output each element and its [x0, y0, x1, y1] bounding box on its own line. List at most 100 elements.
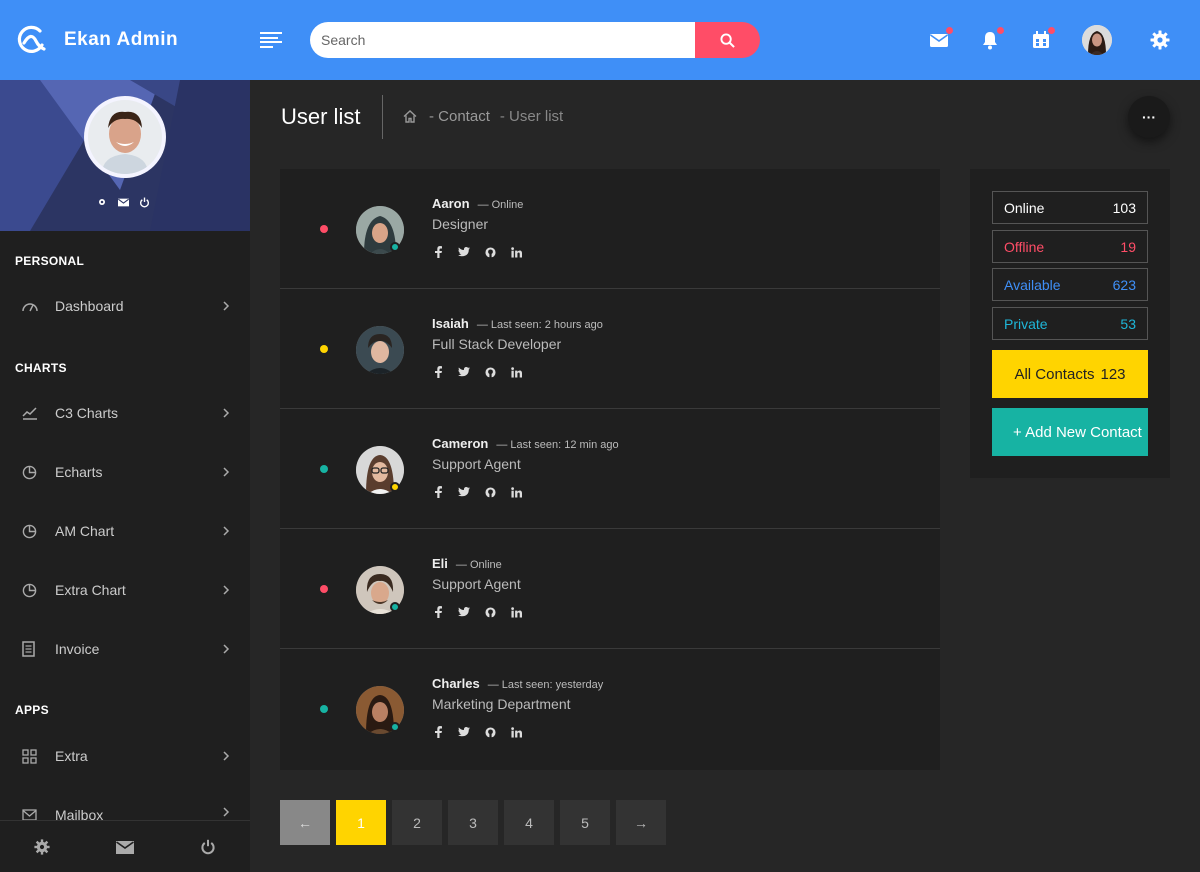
stat-value: 103 — [1112, 199, 1136, 216]
list-item[interactable]: Charles — Last seen: yesterday Marketing … — [280, 649, 940, 769]
github-icon[interactable] — [484, 246, 496, 258]
facebook-icon[interactable] — [432, 486, 444, 498]
linkedin-icon[interactable] — [510, 726, 522, 738]
github-icon[interactable] — [484, 486, 496, 498]
sidebar-item-label: Mailbox — [55, 807, 104, 820]
pagination-page[interactable]: 1 — [336, 800, 386, 845]
sidebar-item-dashboard[interactable]: Dashboard — [0, 286, 250, 326]
sidebar-item-label: Extra Chart — [55, 582, 126, 598]
home-icon[interactable] — [403, 110, 417, 123]
sidebar: PERSONAL Dashboard CHARTS C3 Charts Echa… — [0, 80, 250, 872]
user-avatar[interactable] — [1082, 25, 1112, 55]
mail-icon — [115, 840, 134, 854]
pagination-page[interactable]: 3 — [448, 800, 498, 845]
contact-stats-panel: Online 103 Offline 19 Available 623 Priv… — [970, 169, 1170, 478]
footer-settings-button[interactable] — [33, 838, 51, 856]
social-links — [432, 486, 522, 498]
stat-private[interactable]: Private 53 — [992, 307, 1148, 340]
user-name[interactable]: Charles — [432, 676, 480, 691]
chevron-right-icon — [223, 751, 230, 761]
github-icon[interactable] — [484, 726, 496, 738]
sidebar-item-am-chart[interactable]: AM Chart — [0, 511, 250, 551]
presence-dot — [390, 722, 400, 732]
list-item[interactable]: Aaron — Online Designer — [280, 169, 940, 289]
pagination-page[interactable]: 4 — [504, 800, 554, 845]
sidebar-item-extra-chart[interactable]: Extra Chart — [0, 570, 250, 610]
list-item[interactable]: Eli — Online Support Agent — [280, 529, 940, 649]
pie-chart-icon — [22, 464, 38, 480]
breadcrumb-contact[interactable]: - Contact — [429, 108, 490, 125]
search-input[interactable] — [310, 22, 695, 58]
settings-button[interactable] — [1150, 30, 1170, 50]
menu-toggle-icon[interactable] — [260, 32, 282, 48]
power-icon — [201, 839, 215, 854]
sidebar-item-echarts[interactable]: Echarts — [0, 452, 250, 492]
twitter-icon[interactable] — [458, 486, 470, 498]
linkedin-icon[interactable] — [510, 366, 522, 378]
stat-label: Available — [1004, 276, 1061, 293]
sidebar-item-c3-charts[interactable]: C3 Charts — [0, 393, 250, 433]
sidebar-section-personal: PERSONAL — [15, 254, 85, 268]
linkedin-icon[interactable] — [510, 246, 522, 258]
user-name-line: Cameron — Last seen: 12 min ago — [432, 436, 619, 451]
profile-settings-button[interactable] — [96, 196, 108, 208]
pie-chart-icon — [22, 523, 38, 539]
footer-mail-button[interactable] — [115, 838, 134, 856]
profile-avatar[interactable] — [84, 96, 166, 178]
user-role: Support Agent — [432, 576, 521, 592]
github-icon[interactable] — [484, 366, 496, 378]
twitter-icon[interactable] — [458, 726, 470, 738]
bell-notification-button[interactable] — [980, 27, 1004, 50]
user-status: — Last seen: yesterday — [487, 679, 604, 691]
brand-name: Ekan Admin — [64, 29, 179, 50]
sidebar-item-extra[interactable]: Extra — [0, 736, 250, 776]
github-icon[interactable] — [484, 606, 496, 618]
profile-logout-button[interactable] — [138, 196, 150, 208]
stat-offline[interactable]: Offline 19 — [992, 230, 1148, 263]
facebook-icon[interactable] — [432, 246, 444, 258]
facebook-icon[interactable] — [432, 726, 444, 738]
footer-logout-button[interactable] — [199, 838, 217, 856]
linkedin-icon[interactable] — [510, 606, 522, 618]
search-button[interactable] — [695, 22, 760, 58]
brand[interactable]: Ekan Admin — [0, 23, 250, 57]
calendar-notification-button[interactable] — [1031, 27, 1055, 50]
user-name[interactable]: Eli — [432, 556, 448, 571]
user-name[interactable]: Isaiah — [432, 316, 469, 331]
pie-chart-icon — [22, 582, 38, 598]
user-status: — Online — [477, 199, 524, 211]
add-contact-button[interactable]: + Add New Contact — [992, 408, 1148, 456]
stat-available[interactable]: Available 623 — [992, 268, 1148, 301]
twitter-icon[interactable] — [458, 246, 470, 258]
user-role: Full Stack Developer — [432, 336, 562, 352]
twitter-icon[interactable] — [458, 366, 470, 378]
all-contacts-label: All Contacts — [1014, 365, 1095, 383]
facebook-icon[interactable] — [432, 606, 444, 618]
list-item[interactable]: Isaiah — Last seen: 2 hours ago Full Stac… — [280, 289, 940, 409]
sidebar-item-label: Echarts — [55, 464, 103, 480]
user-name[interactable]: Aaron — [432, 196, 470, 211]
stat-online[interactable]: Online 103 — [992, 191, 1148, 224]
avatar[interactable] — [356, 326, 404, 374]
more-options-button[interactable]: ··· — [1128, 96, 1170, 138]
chevron-right-icon — [223, 807, 230, 817]
all-contacts-button[interactable]: All Contacts 123 — [992, 350, 1148, 398]
sidebar-item-label: Dashboard — [55, 298, 124, 314]
sidebar-item-mailbox[interactable]: Mailbox — [0, 795, 250, 820]
pagination-next[interactable]: → — [616, 800, 666, 845]
profile-mail-button[interactable] — [117, 196, 129, 208]
user-status: — Online — [455, 559, 502, 571]
twitter-icon[interactable] — [458, 606, 470, 618]
pagination-page[interactable]: 5 — [560, 800, 610, 845]
user-role: Designer — [432, 216, 489, 232]
facebook-icon[interactable] — [432, 366, 444, 378]
mail-notification-button[interactable] — [929, 27, 953, 50]
user-name[interactable]: Cameron — [432, 436, 488, 451]
linkedin-icon[interactable] — [510, 486, 522, 498]
sidebar-item-invoice[interactable]: Invoice — [0, 629, 250, 669]
list-item[interactable]: Cameron — Last seen: 12 min ago Support A… — [280, 409, 940, 529]
pagination-prev[interactable]: ← — [280, 800, 330, 845]
pagination-page[interactable]: 2 — [392, 800, 442, 845]
stat-value: 19 — [1120, 238, 1136, 255]
search-bar — [310, 22, 760, 58]
